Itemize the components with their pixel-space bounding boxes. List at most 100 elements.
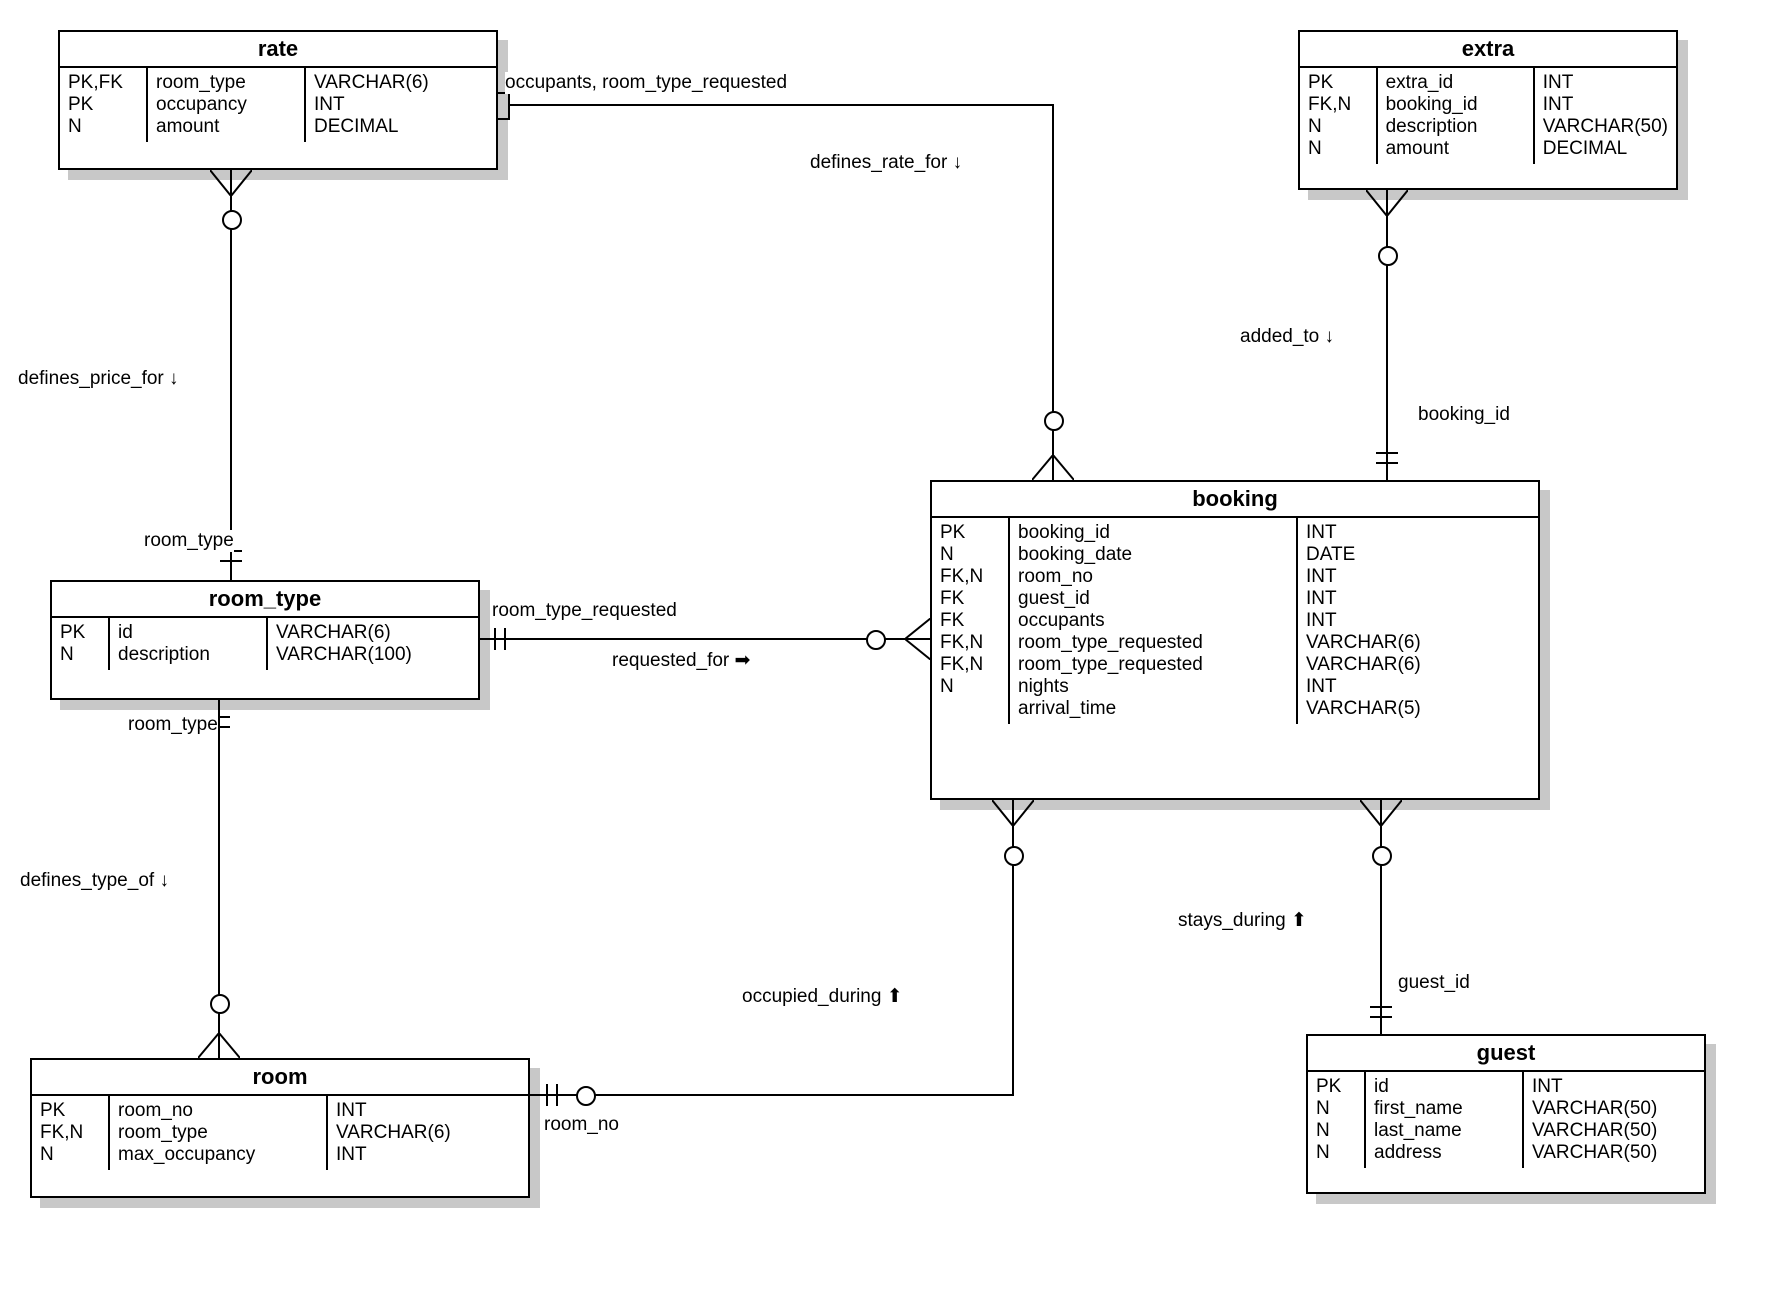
key: N: [40, 1144, 100, 1166]
relation-fk-label: room_type: [144, 530, 234, 552]
col-name: nights: [1018, 676, 1288, 698]
col-name: amount: [156, 116, 296, 138]
relation-fk-label: occupants, room_type_requested: [505, 72, 787, 94]
col-name: room_no: [1018, 566, 1288, 588]
col-type: INT: [1543, 94, 1668, 116]
er-diagram-canvas: { "entities": { "rate": { "title": "rate…: [0, 0, 1784, 1292]
key: FK,N: [940, 654, 1000, 676]
entity-title: room: [32, 1060, 528, 1096]
entity-title: rate: [60, 32, 496, 68]
col-name: last_name: [1374, 1120, 1514, 1142]
key: N: [1316, 1098, 1356, 1120]
col-type: VARCHAR(6): [314, 72, 429, 94]
col-name: arrival_time: [1018, 698, 1288, 720]
col-type: INT: [336, 1144, 451, 1166]
entity-title: booking: [932, 482, 1538, 518]
entity-guest: guest PK N N N id first_name last_name a…: [1306, 1034, 1706, 1194]
col-type: VARCHAR(100): [276, 644, 412, 666]
relation-label: defines_type_of ↓: [20, 870, 169, 892]
relation-fk-label: room_type_requested: [492, 600, 677, 622]
col-name: description: [118, 644, 258, 666]
col-type: VARCHAR(6): [1306, 654, 1421, 676]
entity-booking: booking PK N FK,N FK FK FK,N FK,N N book…: [930, 480, 1540, 800]
key: N: [940, 544, 1000, 566]
entity-title: extra: [1300, 32, 1676, 68]
crowfoot-icon: [1366, 190, 1408, 216]
entity-rate: rate PK,FK PK N room_type occupancy amou…: [58, 30, 498, 170]
col-type: VARCHAR(6): [276, 622, 412, 644]
col-name: amount: [1386, 138, 1525, 160]
col-name: booking_id: [1018, 522, 1288, 544]
col-name: room_no: [118, 1100, 318, 1122]
col-type: DECIMAL: [1543, 138, 1668, 160]
key: FK,N: [940, 632, 1000, 654]
cardinality-dot-icon: [866, 630, 886, 650]
col-name: id: [118, 622, 258, 644]
col-name: extra_id: [1386, 72, 1525, 94]
col-name: occupants: [1018, 610, 1288, 632]
key: PK: [1308, 72, 1368, 94]
col-type: INT: [1306, 522, 1421, 544]
col-type: VARCHAR(6): [336, 1122, 451, 1144]
crowfoot-icon: [210, 170, 252, 196]
relation-fk-label: booking_id: [1418, 404, 1510, 426]
relation-label: added_to ↓: [1240, 326, 1334, 348]
key: PK: [40, 1100, 100, 1122]
col-type: DATE: [1306, 544, 1421, 566]
col-name: room_type_requested: [1018, 632, 1288, 654]
crowfoot-icon: [1360, 800, 1402, 826]
col-type: INT: [336, 1100, 451, 1122]
relation-label: defines_rate_for ↓: [810, 152, 962, 174]
key: PK: [68, 94, 138, 116]
key: N: [1316, 1142, 1356, 1164]
cardinality-dot-icon: [1004, 846, 1024, 866]
entity-extra: extra PK FK,N N N extra_id booking_id de…: [1298, 30, 1678, 190]
entity-title: room_type: [52, 582, 478, 618]
col-type: DECIMAL: [314, 116, 429, 138]
key: N: [940, 676, 1000, 698]
col-name: booking_id: [1386, 94, 1525, 116]
key: PK,FK: [68, 72, 138, 94]
key: FK: [940, 610, 1000, 632]
key: N: [68, 116, 138, 138]
col-type: INT: [1306, 676, 1421, 698]
key: FK,N: [940, 566, 1000, 588]
col-name: first_name: [1374, 1098, 1514, 1120]
col-name: booking_date: [1018, 544, 1288, 566]
cardinality-dot-icon: [576, 1086, 596, 1106]
col-type: INT: [1306, 588, 1421, 610]
entity-title: guest: [1308, 1036, 1704, 1072]
cardinality-dot-icon: [1372, 846, 1392, 866]
col-name: address: [1374, 1142, 1514, 1164]
col-type: VARCHAR(50): [1532, 1098, 1657, 1120]
key: PK: [60, 622, 100, 644]
key: FK,N: [40, 1122, 100, 1144]
relation-label: occupied_during ⬆: [742, 986, 903, 1008]
col-type: INT: [1306, 566, 1421, 588]
col-name: room_type: [156, 72, 296, 94]
relation-label: requested_for ➡: [612, 650, 750, 672]
key: FK,N: [1308, 94, 1368, 116]
entity-room: room PK FK,N N room_no room_type max_occ…: [30, 1058, 530, 1198]
entity-room-type: room_type PK N id description VARCHAR(6)…: [50, 580, 480, 700]
relation-fk-label: guest_id: [1398, 972, 1470, 994]
col-name: id: [1374, 1076, 1514, 1098]
col-type: INT: [1543, 72, 1668, 94]
crowfoot-icon: [992, 800, 1034, 826]
col-type: VARCHAR(50): [1532, 1142, 1657, 1164]
col-name: description: [1386, 116, 1525, 138]
key: N: [1308, 138, 1368, 160]
col-type: VARCHAR(5): [1306, 698, 1421, 720]
key: N: [60, 644, 100, 666]
crowfoot-icon: [198, 1033, 240, 1059]
col-type: VARCHAR(50): [1543, 116, 1668, 138]
col-name: max_occupancy: [118, 1144, 318, 1166]
cardinality-dot-icon: [210, 994, 230, 1014]
crowfoot-icon: [905, 618, 931, 660]
col-type: INT: [1532, 1076, 1657, 1098]
relation-fk-label: room_type: [128, 714, 218, 736]
key: N: [1308, 116, 1368, 138]
col-type: VARCHAR(6): [1306, 632, 1421, 654]
cardinality-dot-icon: [1044, 411, 1064, 431]
col-name: guest_id: [1018, 588, 1288, 610]
